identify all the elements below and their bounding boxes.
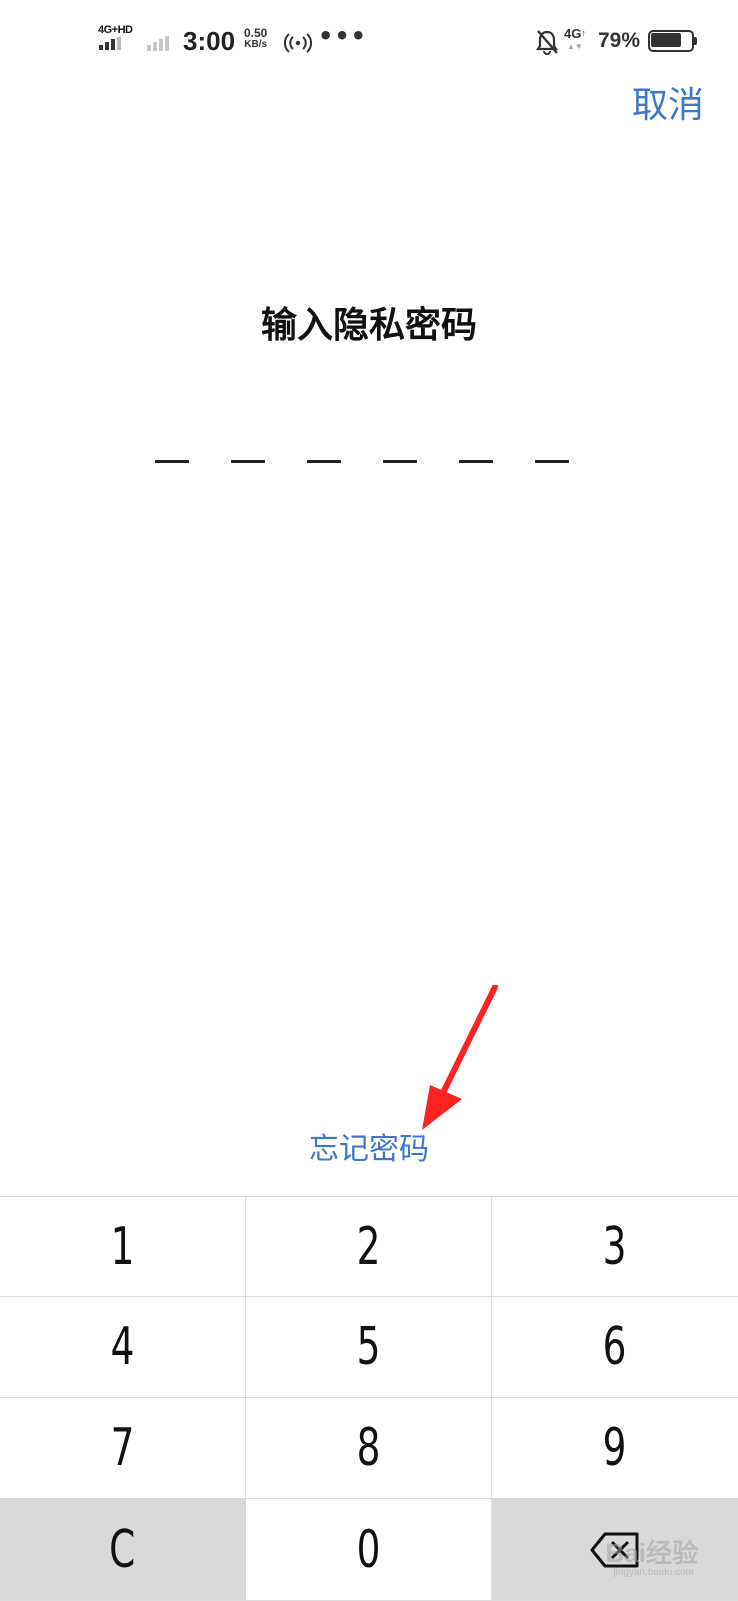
status-bar: 4G+HD 3:00 0.50 KB/s ••• 4G↑ ▲▼ 79% xyxy=(0,0,738,80)
battery-fill xyxy=(651,33,682,47)
pin-slot xyxy=(383,460,417,463)
key-4[interactable]: 4 xyxy=(0,1297,246,1398)
battery-icon xyxy=(648,30,698,52)
signal-weak-icon xyxy=(147,36,169,51)
network-speed: 0.50 KB/s xyxy=(244,27,267,51)
backspace-icon xyxy=(590,1532,639,1567)
network2-label: 4G xyxy=(564,26,582,41)
page-title: 输入隐私密码 xyxy=(260,305,477,346)
network-label: 4G+HD xyxy=(98,24,133,36)
battery-percent: 79% xyxy=(598,29,641,52)
cancel-button[interactable]: 取消 xyxy=(632,76,704,128)
pin-slot xyxy=(535,460,569,463)
key-6[interactable]: 6 xyxy=(492,1297,738,1398)
key-1[interactable]: 1 xyxy=(0,1197,246,1297)
backspace-key[interactable] xyxy=(492,1499,738,1601)
pin-input[interactable] xyxy=(155,460,569,463)
more-icon: ••• xyxy=(318,22,368,50)
speed-value: 0.50 xyxy=(244,26,268,40)
key-9[interactable]: 9 xyxy=(492,1398,738,1499)
forgot-password-link[interactable]: 忘记密码 xyxy=(0,1124,738,1168)
key-8[interactable]: 8 xyxy=(246,1398,492,1499)
annotation-arrow xyxy=(422,985,498,1130)
pin-slot xyxy=(307,460,341,463)
key-label: 9 xyxy=(603,1418,627,1478)
key-7[interactable]: 7 xyxy=(0,1398,246,1499)
key-label: 7 xyxy=(110,1418,135,1478)
pin-slot xyxy=(231,460,265,463)
key-label: 0 xyxy=(356,1519,381,1580)
key-label: 5 xyxy=(356,1317,381,1377)
mute-icon xyxy=(535,30,559,55)
status-time: 3:00 xyxy=(183,26,236,56)
key-label: 8 xyxy=(356,1418,381,1478)
signal-icon: 4G+HD xyxy=(98,24,133,54)
pin-slot xyxy=(155,460,189,463)
pin-slot xyxy=(459,460,493,463)
hotspot-icon xyxy=(284,33,312,53)
network-4g: 4G↑ ▲▼ xyxy=(564,26,586,51)
numeric-keypad: 1 2 3 4 5 6 7 8 9 C 0 xyxy=(0,1196,738,1601)
key-label: 6 xyxy=(603,1317,627,1377)
clear-key[interactable]: C xyxy=(0,1499,246,1601)
key-label: 2 xyxy=(356,1216,381,1277)
key-3[interactable]: 3 xyxy=(492,1197,738,1297)
speed-unit: KB/s xyxy=(244,39,268,50)
key-label: 1 xyxy=(110,1216,135,1277)
key-label: C xyxy=(109,1519,136,1580)
key-label: 3 xyxy=(603,1216,627,1277)
key-5[interactable]: 5 xyxy=(246,1297,492,1398)
key-label: 4 xyxy=(110,1317,135,1377)
key-0[interactable]: 0 xyxy=(246,1499,492,1601)
key-2[interactable]: 2 xyxy=(246,1197,492,1297)
